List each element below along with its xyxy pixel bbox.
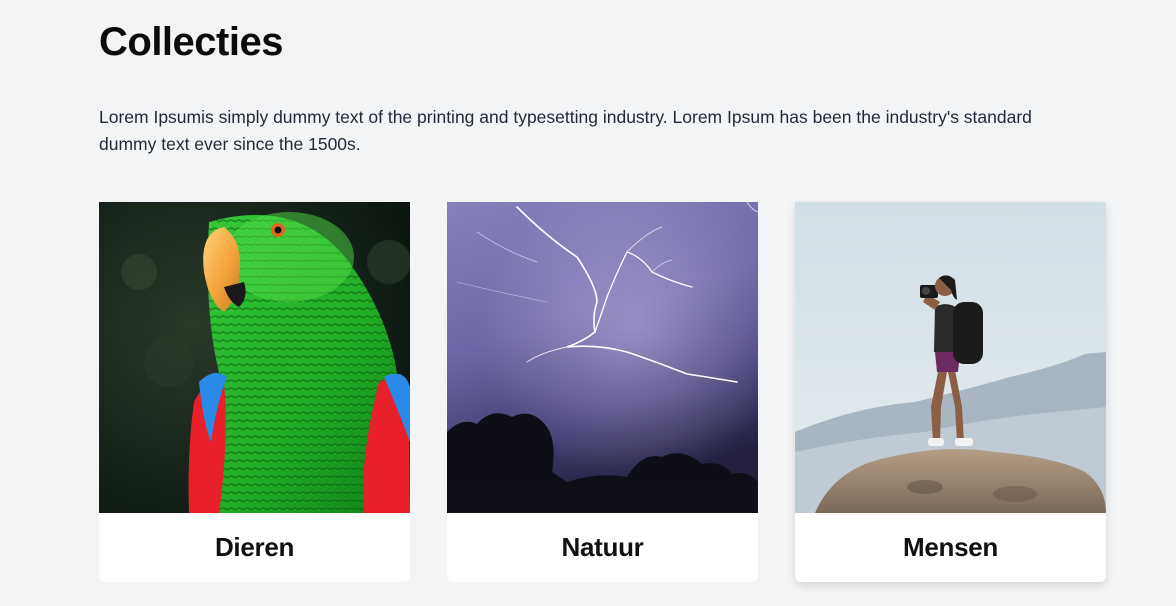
photographer-on-rock-photo (795, 202, 1106, 513)
collection-card-dieren[interactable]: Dieren (99, 202, 410, 582)
collection-card-label: Natuur (561, 532, 644, 562)
page-title: Collecties (99, 20, 283, 64)
collection-card-label: Mensen (902, 532, 998, 562)
collection-cards: Dieren Natuur Mensen (99, 202, 1106, 582)
parrot-photo (99, 202, 410, 513)
collections-page: Collecties Lorem Ipsumis simply dummy te… (0, 0, 1176, 606)
collection-card-mensen[interactable]: Mensen (795, 202, 1106, 582)
lightning-photo (447, 202, 758, 513)
collection-card-label: Dieren (214, 532, 295, 562)
collection-card-natuur[interactable]: Natuur (447, 202, 758, 582)
intro-text: Lorem Ipsumis simply dummy text of the p… (99, 107, 1032, 154)
